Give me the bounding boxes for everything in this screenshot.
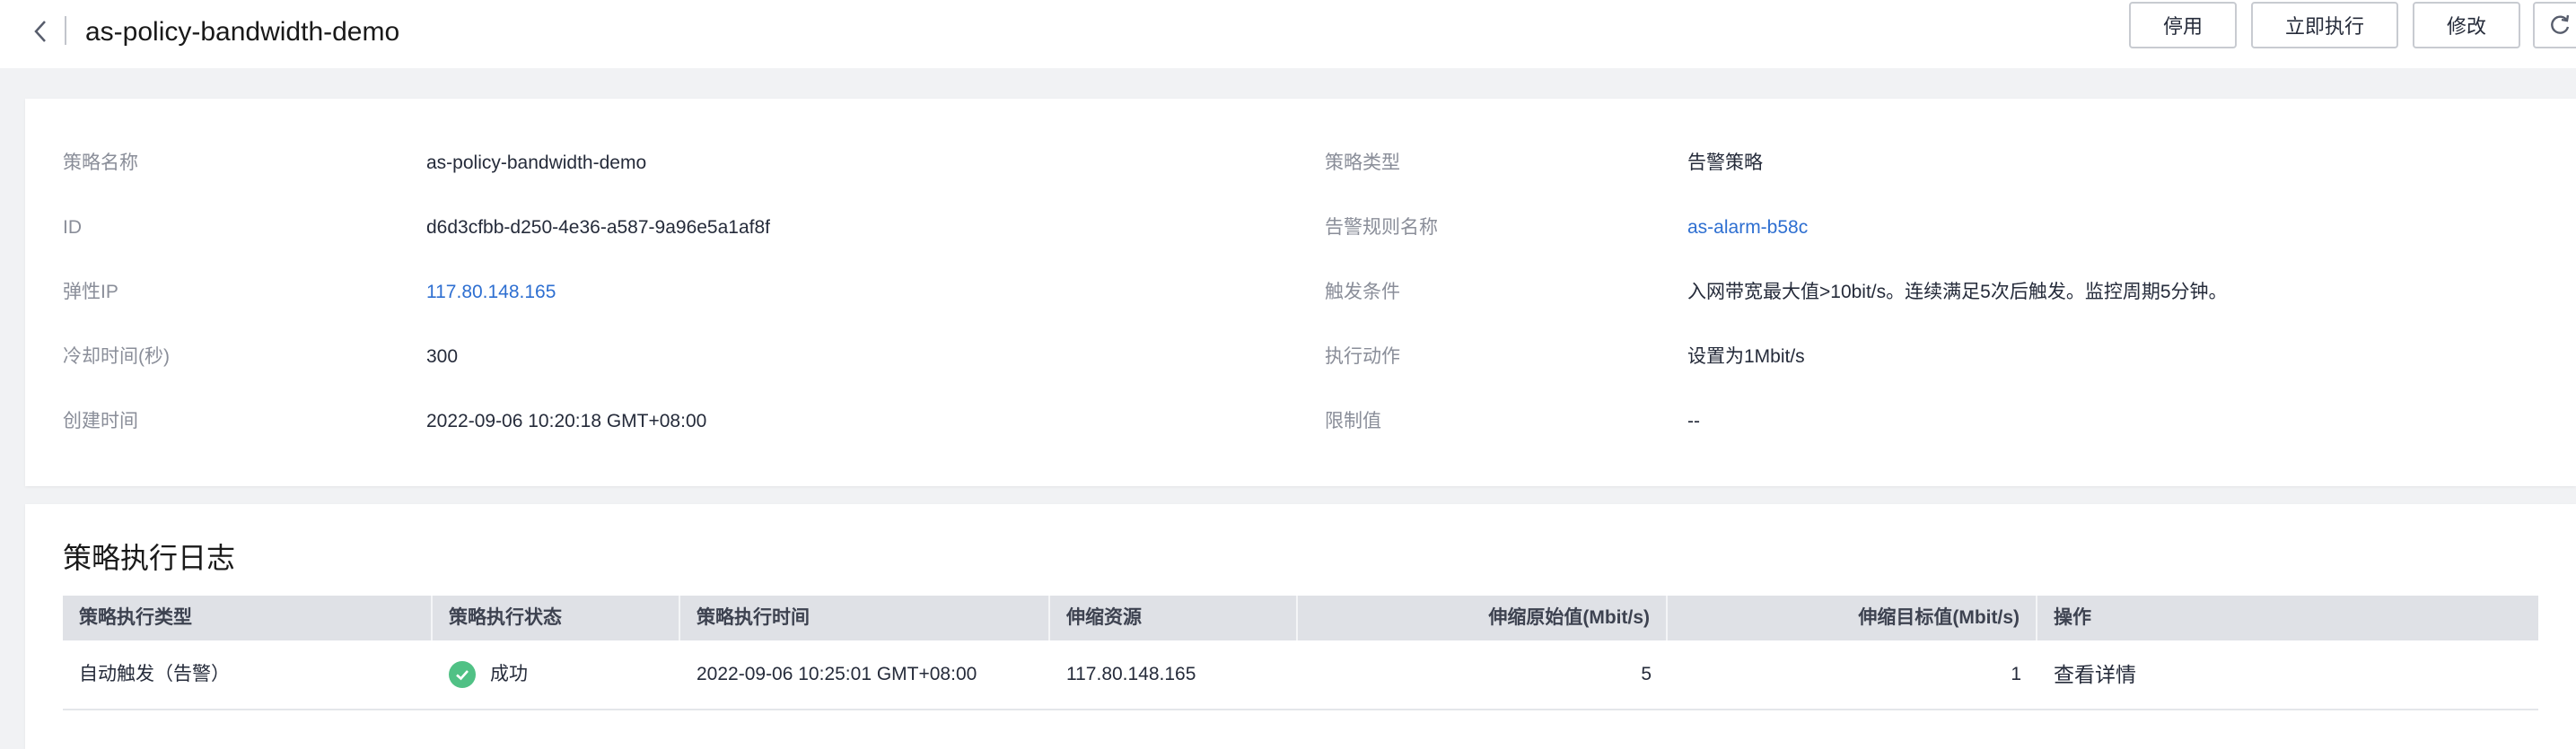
alarm-rule-link[interactable]: as-alarm-b58c xyxy=(1687,214,1808,241)
alarm-rule-label: 告警规则名称 xyxy=(1325,217,1438,238)
id-value: d6d3cfbb-d250-4e36-a587-9a96e5a1af8f xyxy=(426,217,770,238)
execution-log-table: 策略执行类型 策略执行状态 策略执行时间 伸缩资源 伸缩原始值(Mbit/s) … xyxy=(63,596,2538,710)
action-label: 执行动作 xyxy=(1325,346,1400,367)
view-details-link[interactable]: 查看详情 xyxy=(2037,640,2538,709)
column-header-original: 伸缩原始值(Mbit/s) xyxy=(1298,596,1668,640)
column-header-time: 策略执行时间 xyxy=(680,596,1050,640)
policy-type-label: 策略类型 xyxy=(1325,152,1400,173)
back-button[interactable] xyxy=(27,16,54,47)
trigger-condition-label: 触发条件 xyxy=(1325,282,1400,302)
cell-target-value: 1 xyxy=(2011,664,2021,684)
column-header-operation: 操作 xyxy=(2054,607,2091,628)
cell-time: 2022-09-06 10:25:01 GMT+08:00 xyxy=(697,664,977,684)
created-time-label: 创建时间 xyxy=(63,411,138,431)
cell-type: 自动触发（告警） xyxy=(79,664,230,684)
eip-link[interactable]: 117.80.148.165 xyxy=(426,279,556,306)
action-value: 设置为1Mbit/s xyxy=(1687,346,1805,367)
page-title: as-policy-bandwidth-demo xyxy=(85,17,400,47)
disable-button[interactable]: 停用 xyxy=(2129,2,2237,48)
success-check-icon xyxy=(449,661,476,688)
execute-now-button[interactable]: 立即执行 xyxy=(2251,2,2398,48)
table-header: 策略执行类型 策略执行状态 策略执行时间 伸缩资源 伸缩原始值(Mbit/s) … xyxy=(63,596,2538,640)
policy-name-label: 策略名称 xyxy=(63,152,138,173)
trigger-condition-value: 入网带宽最大值>10bit/s。连续满足5次后触发。监控周期5分钟。 xyxy=(1687,282,2228,302)
eip-label: 弹性IP xyxy=(63,282,118,302)
refresh-icon xyxy=(2551,14,2570,34)
limit-label: 限制值 xyxy=(1325,411,1381,431)
table-row: 自动触发（告警） 成功 2022-09-06 10:25:01 GMT+08:0… xyxy=(63,640,2538,710)
policy-type-value: 告警策略 xyxy=(1687,152,1763,173)
cell-status: 成功 xyxy=(433,640,680,709)
cooldown-value: 300 xyxy=(426,346,459,367)
id-label: ID xyxy=(63,217,82,238)
refresh-button[interactable] xyxy=(2533,2,2576,48)
created-time-value: 2022-09-06 10:20:18 GMT+08:00 xyxy=(426,411,707,431)
page-header: as-policy-bandwidth-demo 停用 立即执行 修改 xyxy=(0,0,2576,68)
status-text: 成功 xyxy=(490,664,528,684)
column-header-target: 伸缩目标值(Mbit/s) xyxy=(1668,596,2037,640)
limit-value: -- xyxy=(1687,411,1700,431)
column-header-status: 策略执行状态 xyxy=(433,596,680,640)
policy-details-card: 策略名称 as-policy-bandwidth-demo ID d6d3cfb… xyxy=(25,99,2576,486)
log-section-title: 策略执行日志 xyxy=(63,542,236,574)
chevron-left-icon xyxy=(34,21,46,42)
cell-original-value: 5 xyxy=(1641,664,1652,684)
column-header-resource: 伸缩资源 xyxy=(1050,596,1298,640)
execution-log-card: 策略执行日志 策略执行类型 策略执行状态 策略执行时间 伸缩资源 伸缩原始值(M… xyxy=(25,504,2576,749)
resource-link[interactable]: 117.80.148.165 xyxy=(1050,640,1298,709)
edit-button[interactable]: 修改 xyxy=(2413,2,2520,48)
policy-name-value: as-policy-bandwidth-demo xyxy=(426,152,647,173)
column-header-type: 策略执行类型 xyxy=(63,596,433,640)
cooldown-label: 冷却时间(秒) xyxy=(63,346,170,367)
header-divider xyxy=(65,16,66,45)
